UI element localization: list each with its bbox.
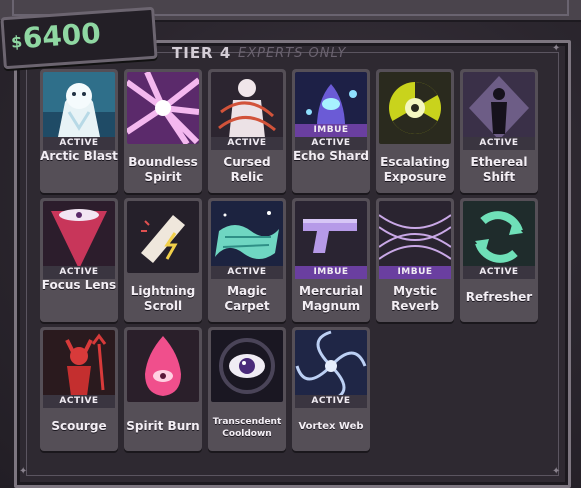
item-name: Echo Shard (292, 149, 370, 163)
item-card-transcendent-cooldown[interactable]: Transcendent Cooldown (208, 327, 286, 451)
item-name: Mercurial Magnum (299, 284, 363, 313)
spirit-burst-icon (127, 72, 199, 144)
tier-title: TIER 4 (172, 44, 232, 62)
item-card-escalating-exposure[interactable]: Escalating Exposure (376, 69, 454, 193)
focus-lens-icon (43, 201, 115, 273)
item-name: Magic Carpet (224, 284, 270, 313)
item-card-boundless-spirit[interactable]: Boundless Spirit (124, 69, 202, 193)
active-badge: ACTIVE (463, 137, 535, 150)
scroll-icon (127, 201, 199, 273)
reverb-waves-icon (379, 201, 451, 273)
imbue-badge: IMBUE (295, 266, 367, 279)
item-card-cursed-relic[interactable]: ACTIVE Cursed Relic (208, 69, 286, 193)
item-name: Cursed Relic (223, 155, 271, 184)
active-badge: ACTIVE (43, 395, 115, 408)
item-name: Boundless Spirit (128, 155, 198, 184)
ethereal-figure-icon (463, 72, 535, 144)
item-card-vortex-web[interactable]: ACTIVE Vortex Web (292, 327, 370, 451)
active-badge: ACTIVE (211, 266, 283, 279)
active-badge: ACTIVE (295, 395, 367, 408)
flame-eye-icon (127, 330, 199, 402)
imbue-badge: IMBUE (295, 124, 367, 137)
corner-star-icon: ✦ (552, 43, 561, 54)
money-display: $ 6400 (0, 6, 158, 70)
item-card-refresher[interactable]: ACTIVE Refresher (460, 198, 538, 322)
item-card-mystic-reverb[interactable]: IMBUE Mystic Reverb (376, 198, 454, 322)
cosmic-eye-icon (211, 330, 283, 402)
refresh-arrows-icon (463, 201, 535, 273)
carpet-icon (211, 201, 283, 273)
item-card-mercurial-magnum[interactable]: IMBUE Mercurial Magnum (292, 198, 370, 322)
item-name: Lightning Scroll (130, 284, 196, 313)
item-name: Arctic Blast (40, 149, 118, 163)
devil-icon (43, 330, 115, 402)
item-card-magic-carpet[interactable]: ACTIVE Magic Carpet (208, 198, 286, 322)
item-card-arctic-blast[interactable]: ACTIVE Arctic Blast (40, 69, 118, 193)
item-name: Focus Lens (41, 278, 117, 292)
tier-subtitle: EXPERTS ONLY (238, 46, 347, 61)
corner-star-icon: ✦ (19, 466, 28, 477)
cursed-figure-icon (211, 72, 283, 144)
item-card-scourge[interactable]: ACTIVE Scourge (40, 327, 118, 451)
item-card-focus-lens[interactable]: ACTIVE Focus Lens (40, 198, 118, 322)
item-name: Spirit Burn (126, 419, 200, 433)
item-name: Scourge (51, 419, 107, 433)
active-badge: ACTIVE (211, 137, 283, 150)
polar-bear-icon (43, 72, 115, 144)
item-name: Vortex Web (298, 421, 364, 432)
item-name: Mystic Reverb (391, 284, 439, 313)
vortex-icon (295, 330, 367, 402)
item-card-echo-shard[interactable]: IMBUE ACTIVE Echo Shard (292, 69, 370, 193)
item-card-lightning-scroll[interactable]: Lightning Scroll (124, 198, 202, 322)
pistol-icon (295, 201, 367, 273)
radiation-eye-icon (379, 72, 451, 144)
item-name: Transcendent Cooldown (212, 417, 282, 439)
currency-symbol: $ (10, 31, 23, 52)
item-name: Ethereal Shift (470, 155, 528, 184)
item-card-spirit-burn[interactable]: Spirit Burn (124, 327, 202, 451)
money-amount: 6400 (21, 16, 102, 55)
active-badge: ACTIVE (463, 266, 535, 279)
item-name: Escalating Exposure (380, 155, 450, 184)
item-card-ethereal-shift[interactable]: ACTIVE Ethereal Shift (460, 69, 538, 193)
item-name: Refresher (465, 290, 533, 304)
corner-star-icon: ✦ (552, 466, 561, 477)
imbue-badge: IMBUE (379, 266, 451, 279)
